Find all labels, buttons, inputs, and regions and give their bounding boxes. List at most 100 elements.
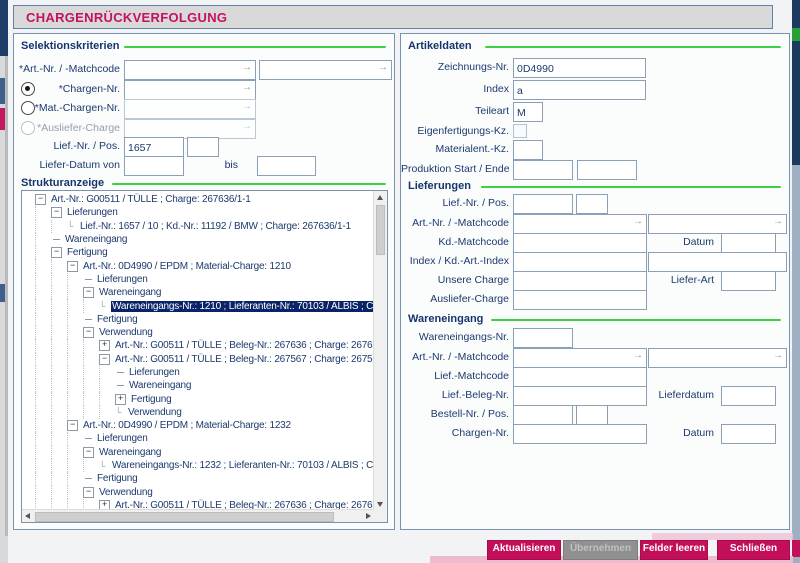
felder-leeren-button[interactable]: Felder leeren xyxy=(640,540,708,560)
collapse-icon[interactable]: − xyxy=(99,354,110,365)
wareneingang-art-nr-input[interactable] xyxy=(514,350,646,368)
produktion-start-field[interactable] xyxy=(513,160,573,180)
tree-node[interactable]: −Fertigung xyxy=(23,246,373,259)
tree-node[interactable]: −Lieferungen xyxy=(23,206,373,219)
wareneingangs-nr-input[interactable] xyxy=(514,330,572,348)
bestell-nr-input[interactable] xyxy=(514,407,572,425)
lief-matchcode-field[interactable] xyxy=(513,367,647,387)
tree-node[interactable]: −Art.-Nr.: G00511 / TÜLLE ; Charge: 2676… xyxy=(23,193,373,206)
horizontal-scrollbar[interactable] xyxy=(22,509,374,522)
lief-beleg-nr-input[interactable] xyxy=(514,388,646,406)
art-nr-input[interactable] xyxy=(125,62,255,80)
lieferungen-art-nr-input[interactable] xyxy=(514,216,646,234)
collapse-icon[interactable]: − xyxy=(35,194,46,205)
lieferungen-art-matchcode-field[interactable]: → xyxy=(648,214,787,234)
tree-node[interactable]: −Art.-Nr.: 0D4990 / EPDM ; Material-Char… xyxy=(23,259,373,272)
tree-node[interactable]: Wareneingang xyxy=(23,379,373,392)
wareneingang-datum-field[interactable] xyxy=(721,424,776,444)
ausliefer-charge-2-input[interactable] xyxy=(514,292,646,310)
unsere-charge-field[interactable] xyxy=(513,271,647,291)
tree-node[interactable]: └Wareneingangs-Nr.: 1210 ; Lieferanten-N… xyxy=(23,299,373,312)
liefer-datum-bis-input[interactable] xyxy=(258,158,315,176)
tree-node[interactable]: −Verwendung xyxy=(23,486,373,499)
tree-node[interactable]: −Wareneingang xyxy=(23,446,373,459)
lieferungen-lief-nr-input[interactable] xyxy=(514,196,572,214)
tree-node[interactable]: └Lief.-Nr.: 1657 / 10 ; Kd.-Nr.: 11192 /… xyxy=(23,220,373,233)
lieferungen-datum-field[interactable] xyxy=(721,233,776,253)
scroll-left-icon[interactable] xyxy=(25,513,30,519)
index-input[interactable] xyxy=(514,82,645,100)
collapse-icon[interactable]: − xyxy=(83,327,94,338)
kd-art-index-input[interactable] xyxy=(649,254,786,272)
bestell-nr-field[interactable] xyxy=(513,405,573,425)
mat-chargen-field[interactable]: → xyxy=(124,99,256,119)
expand-icon[interactable]: + xyxy=(99,500,110,509)
scroll-up-icon[interactable] xyxy=(377,195,383,200)
lieferungen-pos-field[interactable] xyxy=(576,194,608,214)
liefer-datum-bis-field[interactable] xyxy=(257,156,316,176)
lieferungen-lief-nr-field[interactable] xyxy=(513,194,573,214)
collapse-icon[interactable]: − xyxy=(51,247,62,258)
wareneingang-art-nr-field[interactable]: → xyxy=(513,348,647,368)
tree-node[interactable]: −Wareneingang xyxy=(23,286,373,299)
tree-node[interactable]: Lieferungen xyxy=(23,432,373,445)
art-matchcode-field[interactable]: → xyxy=(259,60,392,80)
lief-beleg-nr-field[interactable] xyxy=(513,386,647,406)
wareneingang-chargen-nr-field[interactable] xyxy=(513,424,647,444)
teileart-field[interactable] xyxy=(513,102,543,122)
art-matchcode-input[interactable] xyxy=(260,62,391,80)
collapse-icon[interactable]: − xyxy=(67,420,78,431)
tree-node[interactable]: −Art.-Nr.: 0D4990 / EPDM ; Material-Char… xyxy=(23,419,373,432)
lief-pos-field[interactable] xyxy=(187,137,219,157)
lieferungen-pos-input[interactable] xyxy=(577,196,607,214)
scroll-right-icon[interactable] xyxy=(366,513,371,519)
collapse-icon[interactable]: − xyxy=(67,261,78,272)
kd-matchcode-input[interactable] xyxy=(514,235,646,253)
materialent-kz-field[interactable] xyxy=(513,140,543,160)
index-input-1[interactable] xyxy=(514,254,646,272)
bestell-pos-input[interactable] xyxy=(577,407,607,425)
wareneingang-datum-input[interactable] xyxy=(722,426,775,444)
liefer-datum-von-input[interactable] xyxy=(125,158,183,176)
aktualisieren-button[interactable]: Aktualisieren xyxy=(487,540,561,560)
collapse-icon[interactable]: − xyxy=(51,207,62,218)
collapse-icon[interactable]: − xyxy=(83,447,94,458)
tree-node[interactable]: −Verwendung xyxy=(23,326,373,339)
wareneingang-art-matchcode-input[interactable] xyxy=(649,350,786,368)
tree-node[interactable]: +Fertigung xyxy=(23,392,373,405)
zeichnungs-nr-field[interactable] xyxy=(513,58,646,78)
lieferungen-datum-input[interactable] xyxy=(722,235,775,253)
wareneingangs-nr-field[interactable] xyxy=(513,328,573,348)
art-nr-field[interactable]: → xyxy=(124,60,256,80)
kd-art-index-field[interactable] xyxy=(648,252,787,272)
lieferdatum-input[interactable] xyxy=(722,388,775,406)
ausliefer-charge-field[interactable]: → xyxy=(124,119,256,139)
lief-nr-input[interactable] xyxy=(125,139,183,157)
produktion-start-input[interactable] xyxy=(514,162,572,180)
horizontal-scroll-thumb[interactable] xyxy=(35,512,334,522)
expand-icon[interactable]: + xyxy=(115,394,126,405)
tree-node[interactable]: −Art.-Nr.: G00511 / TÜLLE ; Beleg-Nr.: 2… xyxy=(23,353,373,366)
uebernehmen-button[interactable]: Übernehmen xyxy=(563,540,638,560)
liefer-datum-von-field[interactable] xyxy=(124,156,184,176)
eigenfertigungs-kz-checkbox[interactable] xyxy=(513,124,527,138)
wareneingang-chargen-nr-input[interactable] xyxy=(514,426,646,444)
collapse-icon[interactable]: − xyxy=(83,487,94,498)
tree-node[interactable]: Fertigung xyxy=(23,313,373,326)
produktion-ende-field[interactable] xyxy=(577,160,637,180)
index-field[interactable] xyxy=(513,80,646,100)
materialent-kz-input[interactable] xyxy=(514,142,542,160)
tree-node[interactable]: Lieferungen xyxy=(23,366,373,379)
tree-node[interactable]: +Art.-Nr.: G00511 / TÜLLE ; Beleg-Nr.: 2… xyxy=(23,499,373,509)
collapse-icon[interactable]: − xyxy=(83,287,94,298)
teileart-input[interactable] xyxy=(514,104,542,122)
tree-node[interactable]: Lieferungen xyxy=(23,273,373,286)
mat-chargen-input[interactable] xyxy=(125,101,255,119)
lieferungen-art-nr-field[interactable]: → xyxy=(513,214,647,234)
chargen-nr-field[interactable]: → xyxy=(124,80,256,100)
liefer-art-input[interactable] xyxy=(722,273,775,291)
tree-node[interactable]: └Verwendung xyxy=(23,406,373,419)
produktion-ende-input[interactable] xyxy=(578,162,636,180)
ausliefer-charge-2-field[interactable] xyxy=(513,290,647,310)
vertical-scroll-thumb[interactable] xyxy=(376,205,385,255)
